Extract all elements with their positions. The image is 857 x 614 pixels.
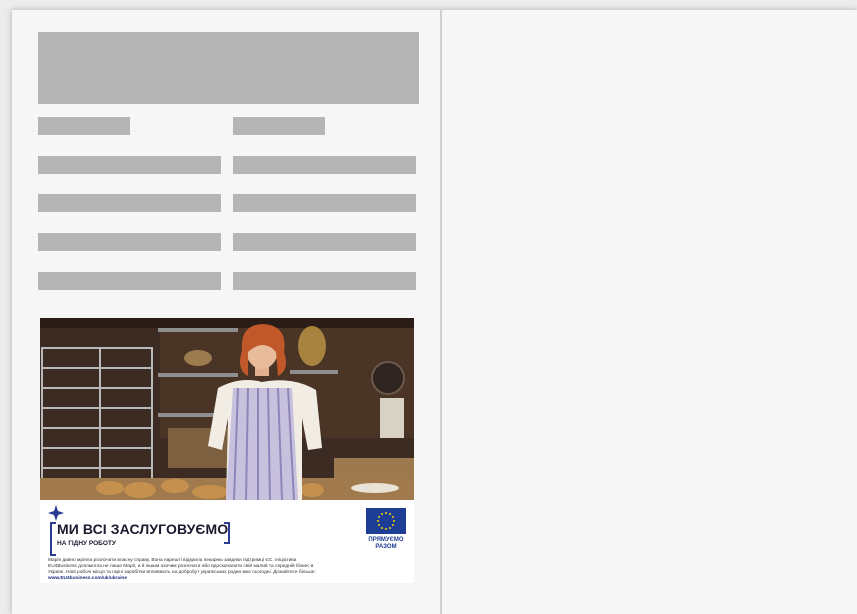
eu-slogan-line2: РАЗОМ <box>375 544 397 550</box>
text-line-placeholder <box>233 233 416 251</box>
bakery-photo <box>40 318 414 500</box>
eu-flag-icon <box>366 508 406 534</box>
document-viewer: МИ ВСІ ЗАСЛУГОВУЄМО НА ГІДНУ РОБОТУ Марі… <box>0 0 857 614</box>
eu-slogan-line1: ПРЯМУЄМО <box>368 537 404 543</box>
text-line-placeholder <box>38 156 221 174</box>
text-line-placeholder <box>38 194 221 212</box>
star-icon <box>48 505 64 521</box>
ad-headline: МИ ВСІ ЗАСЛУГОВУЄМО <box>57 521 229 537</box>
ad-caption-area: МИ ВСІ ЗАСЛУГОВУЄМО НА ГІДНУ РОБОТУ Марі… <box>40 500 414 583</box>
headline-block: МИ ВСІ ЗАСЛУГОВУЄМО НА ГІДНУ РОБОТУ <box>50 520 230 556</box>
left-page[interactable]: МИ ВСІ ЗАСЛУГОВУЄМО НА ГІДНУ РОБОТУ Марі… <box>12 10 442 614</box>
text-line-placeholder <box>233 156 416 174</box>
ad-body-text: Марія давно мріяла розпочати власну спра… <box>48 558 318 582</box>
text-line-placeholder <box>233 272 416 290</box>
text-line-placeholder <box>38 233 221 251</box>
label-placeholder <box>233 117 325 135</box>
text-line-placeholder <box>38 272 221 290</box>
right-page[interactable] <box>443 10 857 614</box>
ad-link[interactable]: www.EU4business.com/uk/ukraine <box>48 576 127 581</box>
label-placeholder <box>38 117 130 135</box>
page-spread: МИ ВСІ ЗАСЛУГОВУЄМО НА ГІДНУ РОБОТУ Марі… <box>12 10 857 614</box>
eu-slogan: ПРЯМУЄМО РАЗОМ <box>358 537 414 551</box>
advertisement[interactable]: МИ ВСІ ЗАСЛУГОВУЄМО НА ГІДНУ РОБОТУ Марі… <box>40 318 414 583</box>
bracket-left <box>50 522 56 556</box>
text-line-placeholder <box>233 194 416 212</box>
ad-body-copy: Марія давно мріяла розпочати власну спра… <box>48 558 316 575</box>
header-placeholder <box>38 32 419 104</box>
ad-subheadline: НА ГІДНУ РОБОТУ <box>57 540 116 547</box>
